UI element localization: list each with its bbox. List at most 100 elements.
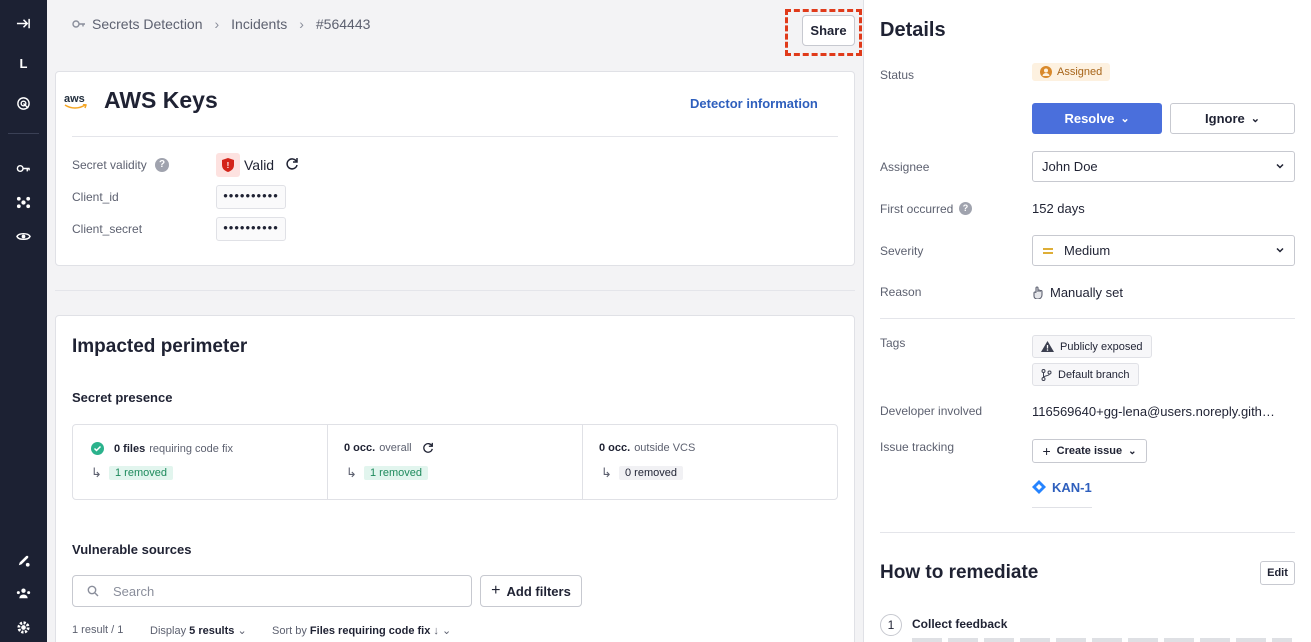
warning-icon [1041,341,1054,352]
chevron-down-icon: ⌄ [1250,113,1260,125]
result-count-text: 1 result [72,624,109,636]
add-filters-label: Add filters [506,583,571,599]
status-badge: Assigned [1032,63,1111,81]
display-select[interactable]: Display 5 results ⌄ [150,624,247,637]
tag-publicly-exposed[interactable]: Publicly exposed [1032,335,1152,358]
chevron-down-icon [1276,247,1284,253]
assignee-value: John Doe [1042,159,1098,174]
files-count: 0 files [114,442,146,455]
rocket-icon[interactable] [0,549,47,571]
sort-label: Sort by [272,625,307,637]
check-circle-icon [91,442,104,455]
add-filters-button[interactable]: + Add filters [480,575,582,607]
chevron-down-icon: ⌄ [237,625,247,637]
first-occurred-label: First occurred [880,202,954,216]
impacted-perimeter-title: Impacted perimeter [72,336,248,357]
resolve-button[interactable]: Resolve ⌄ [1032,103,1162,134]
section-divider [55,290,855,291]
main-content: Secrets Detection › Incidents › #564443 … [47,0,863,642]
help-icon: ? [959,202,972,215]
details-title: Details [880,19,946,41]
developer-value: 116569640+gg-lena@users.noreply.gith… [1032,404,1275,419]
sub-arrow-icon: ↳ [91,465,102,480]
plus-icon: + [491,582,501,599]
ignore-button[interactable]: Ignore ⌄ [1170,103,1295,134]
tags-label: Tags [880,336,906,350]
svg-text:!: ! [227,161,230,170]
first-occurred-value: 152 days [1032,201,1085,216]
severity-value: Medium [1064,243,1111,258]
search-icon [87,585,99,597]
tag-label: Publicly exposed [1060,340,1143,353]
severity-label: Severity [880,244,924,258]
detector-information-link[interactable]: Detector information [690,96,818,111]
files-cell: 0 files requiring code fix ↳ 1 removed [73,425,328,499]
files-text: requiring code fix [149,442,233,455]
tag-default-branch[interactable]: Default branch [1032,363,1139,386]
incident-title: AWS Keys [104,87,218,113]
remediation-title: How to remediate [880,562,1039,583]
divider [72,136,838,137]
removed-badge: 1 removed [109,466,173,480]
jira-issue-link[interactable]: KAN-1 [1032,480,1092,508]
chevron-down-icon [1276,163,1284,169]
ignore-label: Ignore [1205,111,1245,126]
sub-arrow-icon: ↳ [346,465,357,480]
client-secret-value[interactable]: •••••••••• [216,217,286,241]
assignee-select[interactable]: John Doe [1032,151,1295,182]
search-input[interactable]: Search [72,575,472,607]
search-placeholder: Search [113,584,155,599]
client-id-value[interactable]: •••••••••• [216,185,286,209]
breadcrumb-secrets-detection[interactable]: Secrets Detection [92,16,203,32]
side-navigation: L [0,0,47,642]
aws-smile-icon [64,104,87,109]
divider [880,318,1295,319]
radar-icon[interactable] [0,92,47,114]
share-highlight [785,9,862,56]
display-value: 5 results [189,625,235,637]
vulnerable-sources-title: Vulnerable sources [72,542,192,557]
edit-remediation-button[interactable]: Edit [1260,561,1295,585]
team-icon[interactable] [0,582,47,604]
reason-label: Reason [880,285,922,299]
workspace-avatar[interactable]: L [0,52,47,74]
sort-value: Files requiring code fix [309,625,431,637]
removed-badge: 0 removed [619,466,683,480]
resolve-label: Resolve [1064,111,1115,126]
page-info-text: / 1 [111,624,124,636]
cluster-icon[interactable] [0,191,47,213]
breadcrumb-incident-id: #564443 [315,16,371,32]
key-icon [72,19,86,29]
chevron-right-icon: › [299,16,304,32]
display-label: Display [150,625,187,637]
refresh-icon[interactable] [422,442,434,454]
sort-arrow-icon: ↓ [433,625,439,637]
result-count: 1 result / 1 [72,624,123,636]
developer-label: Developer involved [880,404,983,418]
occurrences-cell: 0 occ. overall ↳ 1 removed [328,425,583,499]
eye-icon[interactable] [0,225,47,247]
severity-select[interactable]: Medium [1032,235,1295,266]
occurrences-text: overall [379,442,412,454]
outside-vcs-text: outside VCS [634,442,696,454]
create-issue-button[interactable]: + Create issue ⌄ [1032,439,1147,463]
chevron-down-icon: ⌄ [441,625,452,637]
create-issue-label: Create issue [1056,445,1123,457]
tag-label: Default branch [1058,368,1130,381]
refresh-icon[interactable] [285,157,299,176]
step-description-preview [912,638,1292,642]
divider [880,532,1295,533]
key-icon[interactable] [0,157,47,179]
reason-value: Manually set [1050,285,1123,300]
chevron-down-icon: ⌄ [1120,113,1130,125]
severity-medium-icon [1042,247,1054,255]
shield-icon: ! [216,153,240,177]
gear-icon[interactable] [0,616,47,638]
breadcrumb-incidents[interactable]: Incidents [231,16,287,32]
status-value: Assigned [1057,66,1103,78]
sort-select[interactable]: Sort by Files requiring code fix ↓ ⌄ [272,624,451,637]
details-panel: Details Status Assigned Resolve ⌄ Ignore… [863,0,1311,642]
chevron-down-icon: ⌄ [1128,445,1137,457]
outside-vcs-cell: 0 occ. outside VCS ↳ 0 removed [583,425,837,499]
expand-nav-icon[interactable] [0,12,47,34]
